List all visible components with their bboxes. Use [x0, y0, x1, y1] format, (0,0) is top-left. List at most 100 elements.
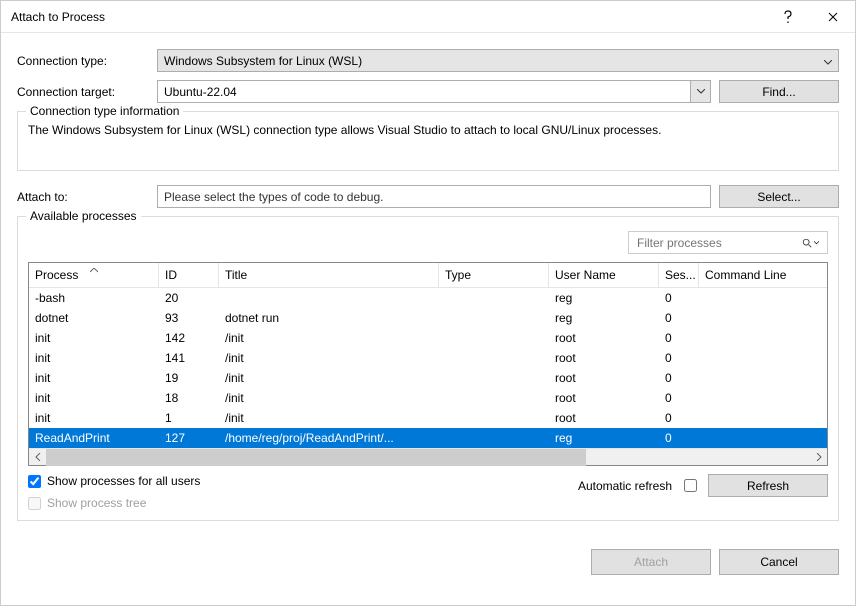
cell-user: root [549, 349, 659, 367]
cell-id: 142 [159, 329, 219, 347]
sort-ascending-icon [90, 262, 98, 276]
cell-type [439, 336, 549, 340]
attach-button[interactable]: Attach [591, 549, 711, 575]
cell-user: root [549, 329, 659, 347]
column-id[interactable]: ID [159, 263, 219, 287]
cell-command-line [699, 396, 827, 400]
show-all-users-label[interactable]: Show processes for all users [47, 474, 200, 488]
cell-user: root [549, 409, 659, 427]
table-row[interactable]: dotnet93dotnet runreg0 [29, 308, 827, 328]
connection-type-label: Connection type: [17, 54, 157, 68]
available-processes-legend: Available processes [26, 209, 141, 223]
cell-type [439, 356, 549, 360]
cell-session: 0 [659, 369, 699, 387]
cell-process: init [29, 369, 159, 387]
table-row[interactable]: init19/initroot0 [29, 368, 827, 388]
table-body: -bash20reg0dotnet93dotnet runreg0init142… [29, 288, 827, 448]
cell-command-line [699, 296, 827, 300]
column-type[interactable]: Type [439, 263, 549, 287]
find-button[interactable]: Find... [719, 80, 839, 103]
available-processes-fieldset: Available processes Process ID Tit [17, 216, 839, 521]
show-all-users-checkbox[interactable] [28, 475, 41, 488]
cell-id: 141 [159, 349, 219, 367]
cancel-button[interactable]: Cancel [719, 549, 839, 575]
chevron-down-icon [814, 241, 819, 245]
cell-session: 0 [659, 409, 699, 427]
horizontal-scrollbar[interactable] [29, 448, 827, 465]
close-button[interactable] [810, 1, 855, 33]
scroll-track[interactable] [586, 449, 810, 466]
cell-session: 0 [659, 349, 699, 367]
table-header: Process ID Title Type User Name Ses... C… [29, 263, 827, 288]
column-command-line[interactable]: Command Line [699, 263, 827, 287]
table-row[interactable]: init1/initroot0 [29, 408, 827, 428]
table-row[interactable]: ReadAndPrint127/home/reg/proj/ReadAndPri… [29, 428, 827, 448]
connection-target-row: Connection target: Find... [17, 80, 839, 103]
auto-refresh-checkbox[interactable] [684, 479, 697, 492]
table-row[interactable]: init142/init root0 [29, 328, 827, 348]
scroll-thumb[interactable] [46, 449, 586, 466]
cell-command-line [699, 336, 827, 340]
cell-session: 0 [659, 309, 699, 327]
chevron-down-icon[interactable] [691, 80, 711, 103]
column-process[interactable]: Process [29, 263, 159, 287]
search-icon[interactable] [801, 237, 821, 249]
show-tree-label: Show process tree [47, 496, 146, 510]
cell-command-line [699, 436, 827, 440]
table-row[interactable]: init141/initroot0 [29, 348, 827, 368]
show-tree-checkbox-row: Show process tree [28, 496, 200, 510]
cell-title [219, 296, 439, 300]
cell-title: dotnet run [219, 309, 439, 327]
cell-type [439, 436, 549, 440]
connection-target-input[interactable] [157, 80, 691, 103]
cell-process: init [29, 329, 159, 347]
column-session[interactable]: Ses... [659, 263, 699, 287]
connection-info-fieldset: Connection type information The Windows … [17, 111, 839, 171]
cell-command-line [699, 416, 827, 420]
table-row[interactable]: -bash20reg0 [29, 288, 827, 308]
refresh-button[interactable]: Refresh [708, 474, 828, 497]
attach-to-row: Attach to: Please select the types of co… [17, 185, 839, 208]
chevron-down-icon [824, 54, 832, 68]
filter-input[interactable] [635, 235, 801, 251]
refresh-row: Automatic refresh Refresh [578, 474, 828, 497]
cell-user: root [549, 369, 659, 387]
cell-session: 0 [659, 429, 699, 447]
column-user[interactable]: User Name [549, 263, 659, 287]
cell-title: /init [219, 389, 439, 407]
attach-to-label: Attach to: [17, 190, 157, 204]
cell-command-line [699, 376, 827, 380]
scroll-left-icon[interactable] [29, 449, 46, 466]
filter-processes-search[interactable] [628, 231, 828, 254]
cell-type [439, 396, 549, 400]
cell-process: dotnet [29, 309, 159, 327]
help-button[interactable] [765, 1, 810, 33]
connection-type-row: Connection type: Windows Subsystem for L… [17, 49, 839, 72]
connection-target-label: Connection target: [17, 85, 157, 99]
cell-user: root [549, 389, 659, 407]
filter-row [28, 227, 828, 262]
dialog-footer: Attach Cancel [1, 533, 855, 591]
column-title[interactable]: Title [219, 263, 439, 287]
cell-session: 0 [659, 329, 699, 347]
scroll-right-icon[interactable] [810, 449, 827, 466]
cell-title: /init [219, 329, 439, 347]
cell-command-line [699, 356, 827, 360]
show-all-users-checkbox-row: Show processes for all users [28, 474, 200, 488]
cell-process: -bash [29, 289, 159, 307]
cell-process: init [29, 409, 159, 427]
table-row[interactable]: init18/initroot0 [29, 388, 827, 408]
close-icon [828, 12, 838, 22]
cell-id: 127 [159, 429, 219, 447]
cell-user: reg [549, 289, 659, 307]
select-button[interactable]: Select... [719, 185, 839, 208]
connection-target-combo[interactable] [157, 80, 711, 103]
cell-type [439, 316, 549, 320]
cell-session: 0 [659, 289, 699, 307]
connection-type-dropdown[interactable]: Windows Subsystem for Linux (WSL) [157, 49, 839, 72]
titlebar: Attach to Process [1, 1, 855, 33]
cell-title: /init [219, 349, 439, 367]
auto-refresh-label: Automatic refresh [578, 479, 672, 493]
connection-info-text: The Windows Subsystem for Linux (WSL) co… [28, 122, 828, 139]
content: Connection type: Windows Subsystem for L… [1, 33, 855, 533]
